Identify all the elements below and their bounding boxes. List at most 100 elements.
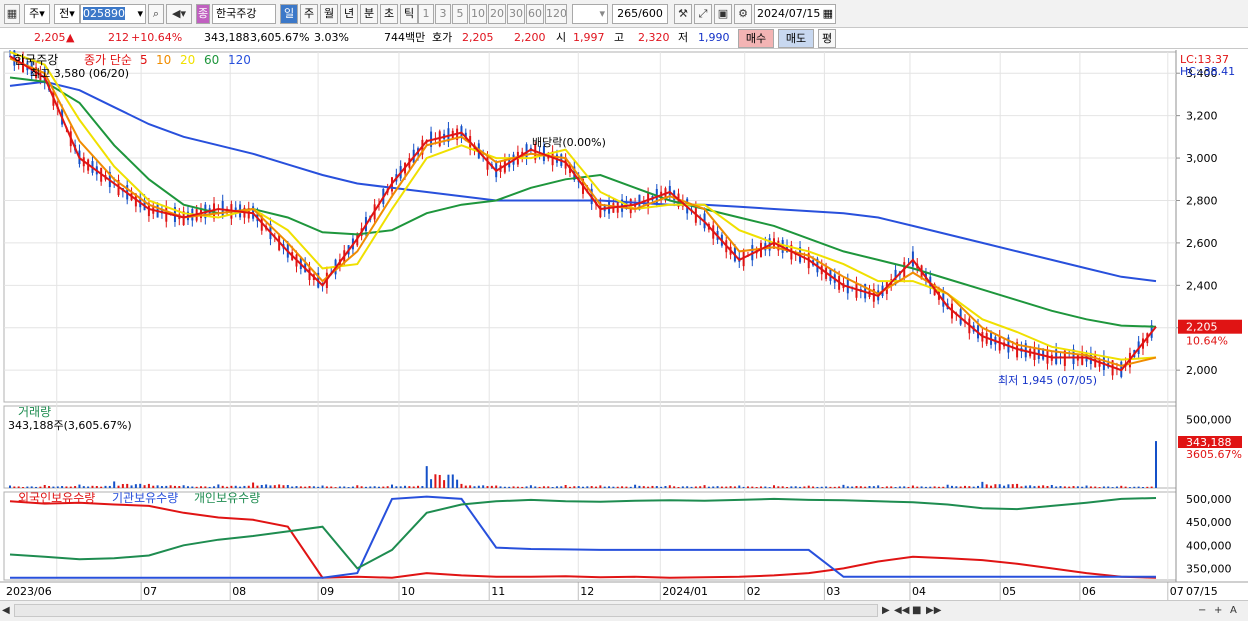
volume-bar-4-1	[152, 485, 155, 488]
zoom-in-icon[interactable]: +	[1214, 604, 1222, 618]
volume-bar-0-5	[30, 486, 33, 488]
volume-bar-18-1	[638, 485, 641, 488]
volume-bar-27-1	[950, 485, 953, 488]
volume-bar-12-4	[443, 480, 446, 488]
volume-bar-24-2	[851, 486, 854, 488]
change-value: 212	[108, 31, 129, 44]
chart-tools-icon[interactable]: ⚒	[674, 4, 692, 24]
date-field[interactable]: 2024/07/15 ▦	[754, 4, 836, 24]
x-label-2: 08	[232, 585, 246, 598]
minute-tab-0[interactable]: 1	[418, 4, 434, 24]
stock-name-field[interactable]: 한국주강	[212, 4, 276, 24]
low-price: 1,990	[698, 31, 730, 44]
minute-tab-2[interactable]: 5	[452, 4, 468, 24]
volume-bar-22-3	[786, 486, 789, 488]
save-icon[interactable]: ▣	[714, 4, 732, 24]
minute-tab-3[interactable]: 10	[469, 4, 487, 24]
first-icon[interactable]: ◀◀	[894, 604, 909, 618]
options-select[interactable]: ▾	[572, 4, 608, 24]
volume-bar-8-1	[291, 486, 294, 488]
volume-bar-12-5	[447, 474, 450, 488]
scroll-left-icon[interactable]: ◀	[2, 604, 10, 618]
volume-bar-17-0	[599, 485, 602, 488]
eval-button[interactable]: 평	[818, 29, 836, 48]
scroll-right-icon[interactable]: ▶	[882, 604, 890, 618]
scroll-track[interactable]	[14, 604, 878, 617]
volume-bar-15-3	[542, 486, 545, 488]
volume-bar-26-0	[911, 485, 914, 488]
period-type-select[interactable]: 주▾	[24, 4, 50, 24]
volume-bar-18-7	[664, 485, 667, 488]
speaker-icon[interactable]: ◀▾	[166, 4, 192, 24]
holding-title-2: 개인보유수량	[194, 491, 260, 505]
volume-bar-27-6	[972, 486, 975, 488]
volume-bar-24-7	[872, 486, 875, 488]
period-tab-6[interactable]: 틱	[400, 4, 418, 24]
volume-bar-19-2	[677, 486, 680, 488]
period-tab-0[interactable]: 일	[280, 4, 298, 24]
period-tab-3[interactable]: 년	[340, 4, 358, 24]
volume-bar-21-3	[751, 486, 754, 488]
volume-bar-10-3	[369, 486, 372, 488]
chevron-down-icon: ▾	[137, 7, 143, 20]
volume-bar-6-3	[230, 485, 233, 488]
volume-bar-22-7	[803, 486, 806, 488]
count-field[interactable]: 265/600	[612, 4, 668, 24]
volume-bar-14-5	[516, 486, 519, 488]
volume-bar-30-0	[1050, 484, 1053, 488]
code-input[interactable]: 025890 ▾	[80, 4, 146, 24]
volume-bar-19-4	[686, 486, 689, 488]
stock-chart[interactable]: 3,4003,2003,0002,8002,6002,4002,2002,000…	[0, 50, 1248, 600]
chart-scrollbar[interactable]: ◀ ▶ ◀◀ ■ ▶▶ − + A	[0, 600, 1248, 621]
period-tab-1[interactable]: 주	[300, 4, 318, 24]
last-icon[interactable]: ▶▶	[926, 604, 941, 618]
volume-bar-2-3	[91, 485, 94, 488]
volume-bar-7-5	[273, 485, 276, 488]
auto-icon[interactable]: A	[1230, 604, 1237, 618]
volume-bar-20-7	[733, 486, 736, 488]
volume-bar-14-7	[525, 486, 528, 488]
volume-bar-7-6	[278, 484, 281, 488]
buy-button[interactable]: 매수	[738, 29, 774, 48]
volume-bar-20-1	[707, 486, 710, 488]
volume-bar-33-0	[1155, 441, 1157, 488]
volume-bar-23-1	[812, 486, 815, 488]
volume-bar-6-5	[239, 486, 242, 488]
volume-bar-15-0	[529, 485, 532, 488]
zoom-out-icon[interactable]: −	[1198, 604, 1206, 618]
stop-icon[interactable]: ■	[912, 604, 921, 618]
minute-tab-5[interactable]: 30	[507, 4, 525, 24]
volume-bar-0-1	[13, 486, 16, 488]
minute-tab-6[interactable]: 60	[526, 4, 544, 24]
volume-bar-32-3	[1133, 486, 1136, 488]
holding-tick-3: 350,000	[1186, 562, 1232, 575]
draw-line-icon[interactable]: ⤢	[694, 4, 712, 24]
minute-tab-1[interactable]: 3	[435, 4, 451, 24]
sell-button[interactable]: 매도	[778, 29, 814, 48]
minute-tab-4[interactable]: 20	[488, 4, 506, 24]
volume-bar-9-3	[334, 487, 337, 488]
all-select[interactable]: 전▾	[54, 4, 80, 24]
volume-bar-10-1	[360, 486, 363, 488]
volume-bar-14-4	[512, 486, 515, 488]
gear-icon[interactable]: ⚙	[734, 4, 752, 24]
x-label-8: 02	[747, 585, 761, 598]
volume-bar-10-6	[382, 486, 385, 488]
layout-icon[interactable]: ▦	[4, 4, 20, 24]
search-icon[interactable]: ⌕	[148, 4, 164, 24]
volume-bar-17-6	[625, 486, 628, 488]
volume-bar-11-6	[417, 485, 420, 488]
change-pct: +10.64%	[131, 31, 183, 44]
minute-tab-7[interactable]: 120	[545, 4, 567, 24]
volume-bar-10-5	[377, 486, 380, 488]
volume-bar-13-0	[460, 483, 463, 488]
volume-bar-1-4	[61, 486, 64, 488]
volume-bar-3-5	[134, 484, 137, 488]
volume-bar-27-0	[946, 484, 949, 488]
period-tab-2[interactable]: 월	[320, 4, 338, 24]
period-tab-5[interactable]: 초	[380, 4, 398, 24]
volume-bar-31-5	[1107, 486, 1110, 488]
volume-bar-2-6	[104, 485, 107, 488]
period-tab-4[interactable]: 분	[360, 4, 378, 24]
volume-bar-29-0	[1016, 483, 1019, 488]
